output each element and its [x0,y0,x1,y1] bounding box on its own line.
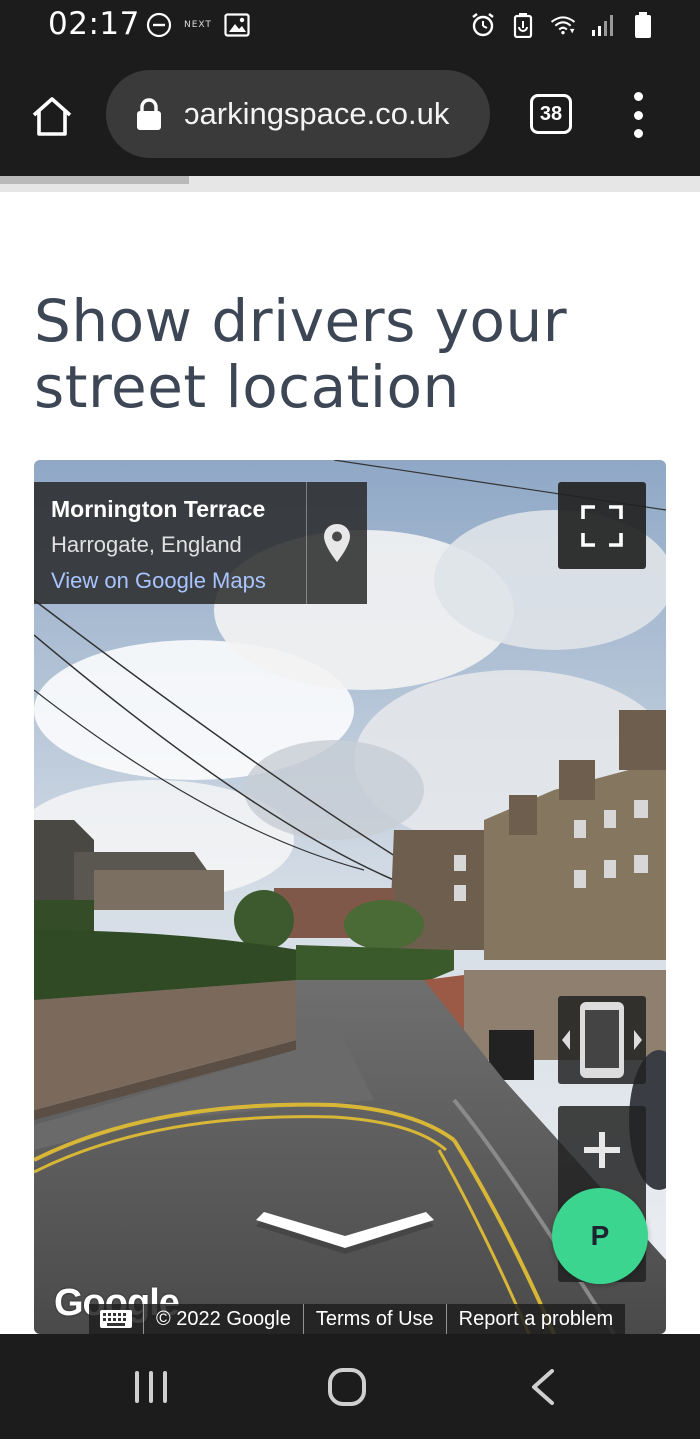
copyright-text: © 2022 Google [143,1304,303,1334]
fab-label: P [590,1220,610,1251]
fullscreen-icon [581,504,623,547]
place-info-text: Mornington Terrace Harrogate, England Vi… [34,482,306,604]
battery-icon [630,12,656,38]
map-pin-button[interactable] [307,482,367,604]
tab-switcher-button[interactable]: 38 [530,94,572,134]
progress-fill [0,176,189,184]
alarm-icon [470,12,496,38]
wifi-icon [550,12,576,38]
home-button[interactable] [28,92,76,140]
map-pin-icon [324,524,350,562]
next-app-icon: NEXT [184,20,212,30]
rotate-device-control[interactable] [558,996,646,1084]
status-time: 02:17 [48,6,140,42]
image-icon [224,12,250,38]
terms-of-use-link[interactable]: Terms of Use [302,1304,446,1334]
back-icon[interactable] [528,1369,558,1405]
page-headline: Show drivers your street location [34,287,568,421]
browser-toolbar: ɔarkingspace.co.uk 38 [0,52,700,176]
address-bar[interactable]: ɔarkingspace.co.uk [106,70,490,158]
recents-icon[interactable] [131,1370,171,1404]
lock-icon [137,98,161,130]
view-on-google-maps-link[interactable]: View on Google Maps [51,568,306,594]
web-page: Show drivers your street location Mornin… [0,192,700,1334]
map-attribution-bar: © 2022 Google Terms of Use Report a prob… [89,1304,626,1334]
place-info-card: Mornington Terrace Harrogate, England Vi… [34,482,367,604]
navigate-forward-arrow-icon[interactable] [256,1212,434,1260]
status-bar: 02:17 NEXT [0,0,700,52]
zoom-in-icon [584,1132,620,1168]
do-not-disturb-icon [146,12,172,38]
keyboard-shortcuts-button[interactable] [89,1304,143,1334]
status-icons-right [470,12,656,38]
keyboard-icon [100,1310,132,1328]
fullscreen-button[interactable] [558,482,646,569]
rotate-device-icon [562,1002,642,1078]
home-circle-icon[interactable] [327,1367,367,1407]
battery-saver-icon [510,12,536,38]
home-icon [32,97,72,136]
more-vert-icon [633,92,643,101]
zoom-in-button[interactable] [558,1106,646,1194]
page-load-progress [0,176,700,192]
place-region: Harrogate, England [51,532,242,557]
tab-count: 38 [539,102,563,125]
signal-icon [590,12,616,38]
place-name: Mornington Terrace [51,496,266,522]
parking-fab-button[interactable]: P [552,1188,648,1284]
more-menu-button[interactable] [624,92,652,138]
report-problem-link[interactable]: Report a problem [445,1304,626,1334]
url-text: ɔarkingspace.co.uk [184,96,450,131]
status-icons-left: NEXT [146,12,250,38]
system-nav-bar [0,1334,700,1439]
